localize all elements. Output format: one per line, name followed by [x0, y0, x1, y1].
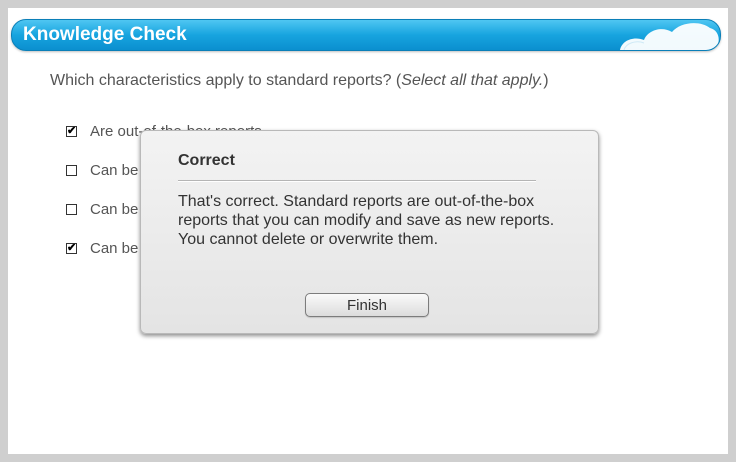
option-4[interactable]: ✔ Can be: [66, 240, 138, 257]
checkmark-icon: ✔: [67, 242, 77, 254]
dialog-title: Correct: [178, 152, 235, 169]
question-text: Which characteristics apply to standard …: [50, 72, 549, 90]
option-2[interactable]: Can be: [66, 162, 138, 179]
checkmark-icon: ✔: [67, 125, 77, 137]
cloud-icon: [620, 23, 720, 50]
option-label: Can be: [90, 162, 139, 179]
option-3[interactable]: Can be: [66, 201, 138, 218]
page-title: Knowledge Check: [23, 24, 187, 45]
question-main: Which characteristics apply to standard …: [50, 72, 402, 89]
dialog-divider: [178, 180, 536, 182]
option-label: Can be: [90, 201, 139, 218]
quiz-page: Knowledge Check Which characteristics ap…: [8, 8, 728, 454]
title-bar: Knowledge Check: [11, 19, 721, 51]
checkbox-checked[interactable]: ✔: [66, 125, 77, 137]
question-close: ): [543, 72, 549, 89]
checkbox-unchecked[interactable]: [66, 165, 77, 176]
finish-button[interactable]: Finish: [305, 293, 429, 317]
question-hint: Select all that apply.: [401, 72, 544, 89]
checkbox-checked[interactable]: ✔: [66, 242, 77, 254]
dialog-message: That's correct. Standard reports are out…: [178, 193, 555, 248]
option-label: Can be: [90, 240, 139, 257]
checkbox-unchecked[interactable]: [66, 204, 77, 215]
feedback-dialog: Correct That's correct. Standard reports…: [140, 130, 599, 334]
